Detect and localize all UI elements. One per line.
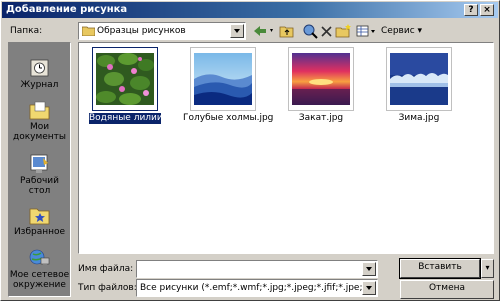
- desktop-icon: [30, 154, 48, 173]
- folder-value: Образцы рисунков: [97, 26, 186, 36]
- insert-button[interactable]: Вставить: [399, 258, 481, 279]
- help-button[interactable]: ?: [464, 4, 478, 16]
- file-name: Голубые холмы.jpg: [183, 113, 274, 123]
- places-my-documents[interactable]: Мои документы: [9, 95, 70, 143]
- places-desktop-label: Рабочий стол: [19, 176, 59, 196]
- delete-icon[interactable]: [319, 22, 335, 40]
- folder-dropdown-arrow[interactable]: [230, 24, 244, 38]
- title-bar[interactable]: Добавление рисунка ? ×: [2, 2, 498, 18]
- filetype-combo[interactable]: Все рисунки (*.emf;*.wmf;*.jpg;*.jpeg;*.…: [136, 279, 378, 297]
- folder-label: Папка:: [10, 26, 43, 36]
- file-item[interactable]: Закат.jpg: [281, 47, 361, 123]
- folder-combo[interactable]: Образцы рисунков: [78, 22, 246, 40]
- filename-label: Имя файла:: [78, 264, 134, 274]
- places-history-label: Журнал: [20, 80, 59, 90]
- insert-options-dropdown[interactable]: ▾: [481, 259, 494, 278]
- service-label: Сервис: [381, 26, 415, 36]
- water-lilies-image: [96, 53, 154, 105]
- network-icon: [29, 249, 50, 267]
- insert-picture-dialog: Добавление рисунка ? × Папка: Образцы ри…: [0, 0, 500, 301]
- places-network[interactable]: Мое сетевое окружение: [9, 243, 70, 291]
- back-icon[interactable]: [251, 22, 277, 40]
- search-web-icon[interactable]: [301, 22, 319, 40]
- places-favorites-label: Избранное: [13, 227, 66, 237]
- places-desktop[interactable]: Рабочий стол: [9, 149, 70, 197]
- sunset-image: [292, 53, 350, 105]
- up-one-level-icon[interactable]: [278, 22, 296, 40]
- file-name: Закат.jpg: [298, 113, 344, 123]
- file-item[interactable]: Голубые холмы.jpg: [183, 47, 273, 123]
- close-button[interactable]: ×: [480, 4, 494, 16]
- file-thumbnail: [288, 47, 354, 111]
- file-thumbnail: [92, 47, 158, 111]
- winter-image: [390, 53, 448, 105]
- views-icon[interactable]: [355, 22, 377, 40]
- places-history[interactable]: Журнал: [9, 53, 70, 101]
- filetype-value: Все рисунки (*.emf;*.wmf;*.jpg;*.jpeg;*.…: [140, 283, 362, 293]
- places-favorites[interactable]: Избранное: [9, 200, 70, 248]
- chevron-down-icon: ▾: [485, 263, 490, 272]
- filename-input[interactable]: [136, 260, 378, 278]
- file-thumbnail: [190, 47, 256, 111]
- window-title: Добавление рисунка: [6, 4, 128, 15]
- folder-icon: [82, 26, 95, 36]
- filetype-dropdown-arrow[interactable]: [362, 281, 376, 295]
- places-network-label: Мое сетевое окружение: [9, 270, 70, 290]
- places-bar: Журнал Мои документы Рабочий стол Избран…: [8, 42, 71, 297]
- file-item[interactable]: Зима.jpg: [379, 47, 459, 123]
- file-name: Зима.jpg: [398, 113, 440, 123]
- service-menu[interactable]: Сервис ▾: [381, 25, 422, 37]
- filename-dropdown-arrow[interactable]: [362, 262, 376, 276]
- history-icon: [30, 59, 49, 77]
- favorites-icon: [29, 208, 50, 225]
- file-item[interactable]: Водяные лилии.jpg: [85, 47, 180, 124]
- my-documents-icon: [29, 101, 50, 120]
- places-my-documents-label: Мои документы: [12, 122, 67, 142]
- cancel-button[interactable]: Отмена: [400, 280, 494, 299]
- service-dropdown-icon: ▾: [417, 26, 423, 36]
- file-name: Водяные лилии.jpg: [89, 113, 180, 124]
- file-list[interactable]: Водяные лилии.jpg Голубые холмы.jpg Зака…: [78, 42, 494, 254]
- file-thumbnail: [386, 47, 452, 111]
- blue-hills-image: [194, 53, 252, 105]
- new-folder-icon[interactable]: [335, 22, 353, 40]
- filetype-label: Тип файлов:: [78, 283, 137, 293]
